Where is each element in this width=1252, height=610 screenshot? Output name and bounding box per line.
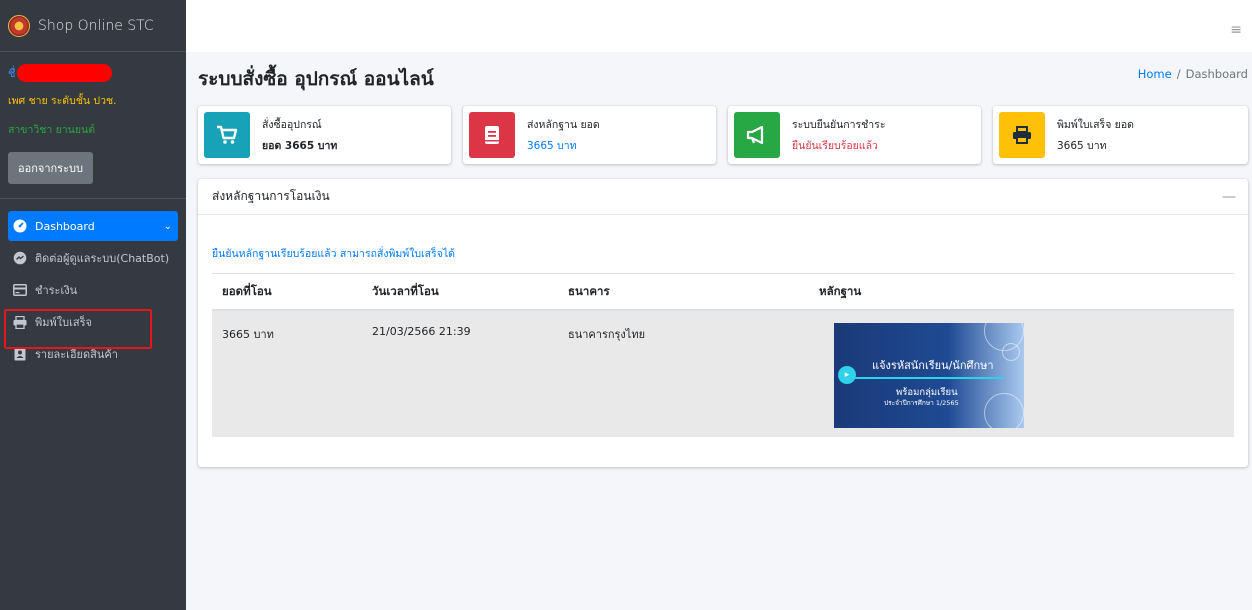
book-icon [469,112,515,158]
redacted-name [17,64,113,82]
messenger-icon [12,251,28,265]
column-header-bank: ธนาคาร [568,283,610,298]
breadcrumb-separator: / [1176,67,1181,81]
decor-circle [984,393,1024,428]
menu-icon[interactable]: ≡ [1230,22,1242,38]
brand-title: Shop Online STC [38,17,154,34]
card-title: ส่งหลักฐานการโอนเงิน [212,189,330,203]
transfer-table: ยอดที่โอน วันเวลาที่โอน ธนาคาร หลักฐาน 3… [212,273,1234,437]
info-box-label: สั่งซื้ออุปกรณ์ [262,119,322,131]
cell-datetime: 21/03/2566 21:39 [372,325,471,338]
contact-card-icon [12,347,28,361]
info-box-evidence: ส่งหลักฐาน ยอด 3665 บาท [463,106,716,164]
info-box-value: 3665 บาท [527,140,577,152]
user-panel: ชื่ เพศ ชาย ระดับชั้น ปวช. สาขาวิชา ยานย… [0,52,186,199]
table-row: 3665 บาท 21/03/2566 21:39 ธนาคารกรุงไทย … [212,311,1234,437]
breadcrumb-home-link[interactable]: Home [1138,67,1172,81]
sidebar-nav: Dashboard ⌄ ติดต่อผู้ดูแลระบบ(ChatBot) ช… [0,199,186,383]
column-header-datetime: วันเวลาที่โอน [372,283,439,298]
user-name: ชื่ [8,64,178,82]
user-branch: สาขาวิชา ยานยนต์ [8,124,96,136]
evidence-title: แจ้งรหัสนักเรียน/นักศึกษา [872,359,994,372]
logout-button[interactable]: ออกจากระบบ [8,152,93,184]
divider [854,377,1004,379]
info-box-receipt: พิมพ์ใบเสร็จ ยอด 3665 บาท [993,106,1248,164]
breadcrumb: Home / Dashboard [1138,67,1248,81]
sidebar-item-payment[interactable]: ชำระเงิน [8,275,178,305]
info-box-value: ยอด 3665 บาท [262,140,338,152]
sidebar-item-dashboard[interactable]: Dashboard ⌄ [8,211,178,241]
sidebar-item-chatbot[interactable]: ติดต่อผู้ดูแลระบบ(ChatBot) [8,243,178,273]
cell-bank: ธนาคารกรุงไทย [568,328,646,341]
collapse-icon[interactable]: — [1222,189,1236,205]
evidence-image[interactable]: ▸ แจ้งรหัสนักเรียน/นักศึกษา พร้อมกลุ่มเร… [834,323,1024,428]
evidence-subtitle-2: ประจำปีการศึกษา 1/2565 [884,399,959,407]
info-box-label: ระบบยืนยันการชำระ [792,119,886,131]
cell-amount: 3665 บาท [222,328,274,341]
info-box-label: พิมพ์ใบเสร็จ ยอด [1057,119,1134,131]
print-icon [999,112,1045,158]
info-box-order: สั่งซื้ออุปกรณ์ ยอด 3665 บาท [198,106,451,164]
breadcrumb-current: Dashboard [1185,67,1248,81]
highlight-annotation [4,309,152,349]
decor-circle [1002,343,1020,361]
evidence-card: ส่งหลักฐานการโอนเงิน — ยืนยันหลักฐานเรีย… [198,179,1248,467]
brand-link[interactable]: Shop Online STC [0,0,186,52]
user-gender-level: เพศ ชาย ระดับชั้น ปวช. [8,95,117,107]
megaphone-icon [734,112,780,158]
column-header-amount: ยอดที่โอน [222,283,272,298]
sidebar-item-label: ติดต่อผู้ดูแลระบบ(ChatBot) [35,252,170,265]
user-name-initial: ชื่ [8,67,16,80]
dashboard-icon [12,219,28,233]
megaphone-icon: ▸ [838,366,856,384]
sidebar-item-label: ชำระเงิน [35,284,78,297]
sidebar: Shop Online STC ชื่ เพศ ชาย ระดับชั้น ปว… [0,0,186,610]
top-navbar: ≡ [186,0,1252,52]
school-logo-icon [8,14,30,37]
chevron-down-icon: ⌄ [163,220,172,232]
card-header: ส่งหลักฐานการโอนเงิน — [198,179,1248,215]
main-content: ระบบสั่งซื้อ อุปกรณ์ ออนไลน์ Home / Dashbo… [186,52,1252,610]
table-header: ยอดที่โอน วันเวลาที่โอน ธนาคาร หลักฐาน [212,273,1234,311]
column-header-evidence: หลักฐาน [819,283,862,298]
info-box-confirm: ระบบยืนยันการชำระ ยืนยันเรียบร้อยแล้ว [728,106,981,164]
payment-icon [12,283,28,297]
confirmation-message: ยืนยันหลักฐานเรียบร้อยแล้ว สามารถสั่งพิม… [212,248,455,260]
info-box-label: ส่งหลักฐาน ยอด [527,119,600,131]
sidebar-item-label: Dashboard [35,219,95,233]
page-title: ระบบสั่งซื้อ อุปกรณ์ ออนไลน์ [198,68,434,90]
info-box-value: 3665 บาท [1057,140,1107,152]
info-box-value: ยืนยันเรียบร้อยแล้ว [792,140,878,152]
cart-icon [204,112,250,158]
